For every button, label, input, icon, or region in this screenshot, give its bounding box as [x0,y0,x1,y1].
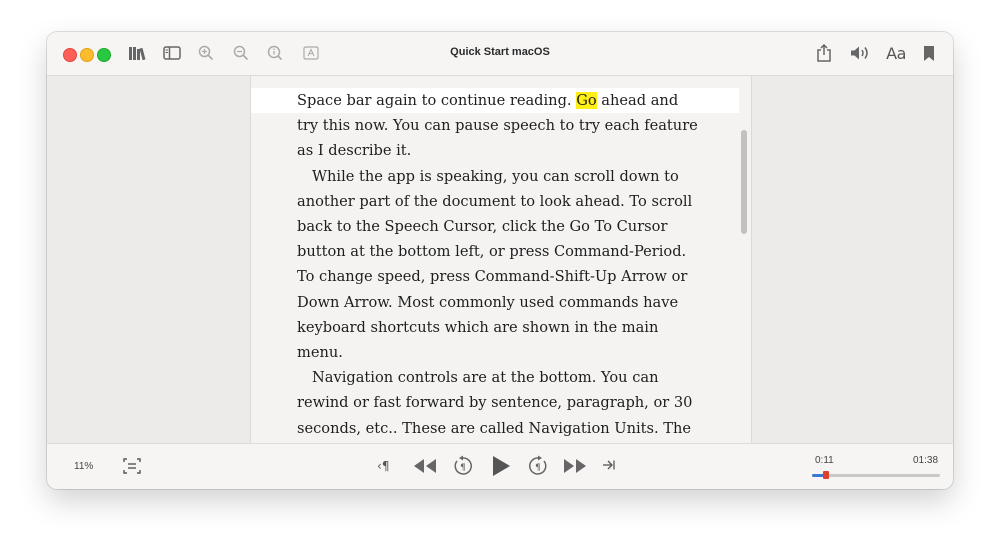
jump-to-end-icon[interactable] [602,459,616,471]
reader-area: Space bar again to continue reading. Go … [47,76,953,443]
progress-knob[interactable] [823,471,830,479]
current-time: 0:11 [815,455,834,466]
skip-back-icon[interactable]: ¶ [452,455,474,477]
svg-text:¶: ¶ [460,463,466,473]
document-page[interactable]: Space bar again to continue reading. Go … [250,76,752,443]
speaker-icon[interactable] [848,43,872,63]
font-icon[interactable]: Aa [883,43,909,63]
line1-before: Space bar again to continue reading. [297,92,577,109]
svg-text:¶: ¶ [535,463,541,473]
paragraph-icon: ¶ [381,459,390,473]
progress-slider[interactable] [812,471,940,479]
progress-percent: 11% [74,461,94,472]
share-icon[interactable] [814,43,834,63]
paragraph-2: While the app is speaking, you can scrol… [297,167,693,362]
go-to-cursor-icon[interactable] [123,458,141,474]
play-icon[interactable] [490,454,512,478]
line1-after: ahead and [596,92,679,109]
total-time: 01:38 [913,455,939,466]
scrollbar-thumb[interactable] [741,130,747,234]
paragraph-1: Space bar again to continue reading. Go … [297,88,707,164]
paragraph-3: Navigation controls are at the bottom. Y… [297,369,693,437]
app-window: Quick Start macOS Aa Space bar again to … [47,32,953,489]
document-text: Space bar again to continue reading. Go … [297,88,707,441]
nav-unit-selector[interactable]: ‹ ¶ [377,459,389,473]
fast-forward-icon[interactable] [563,458,587,474]
bookmark-icon[interactable] [919,43,939,63]
highlighted-word: Go [576,92,597,109]
title-bar: Quick Start macOS Aa [47,32,953,76]
rewind-icon[interactable] [413,458,437,474]
skip-forward-icon[interactable]: ¶ [527,455,549,477]
player-bar: 11% ‹ ¶ ¶ ¶ 0:11 01:38 [47,443,953,489]
paragraph-1-rest: try this now. You can pause speech to tr… [297,117,698,160]
